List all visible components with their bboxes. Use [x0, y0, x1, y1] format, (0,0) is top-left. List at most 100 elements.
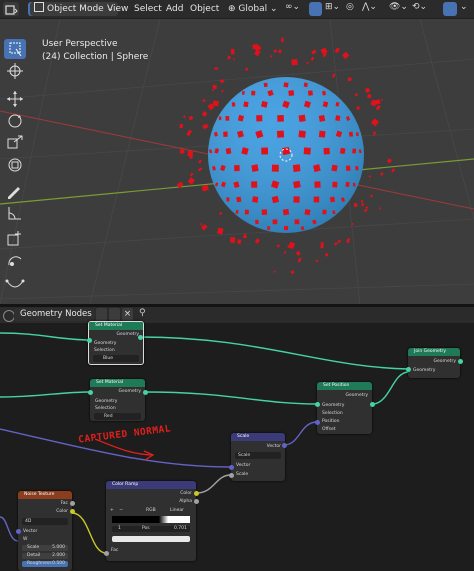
- node-set-position[interactable]: Set Position Geometry Geometry Selection…: [317, 382, 372, 434]
- remove-stop-icon[interactable]: −: [119, 508, 123, 513]
- node-input-label: Selection: [322, 411, 343, 416]
- floating-patch: [269, 55, 273, 58]
- color-mode-label[interactable]: RGB: [146, 508, 156, 513]
- floating-patch: [367, 93, 372, 99]
- socket-output[interactable]: [458, 359, 463, 364]
- curve-icon[interactable]: [4, 273, 26, 293]
- surface-patch: [323, 147, 330, 155]
- socket-input[interactable]: [406, 367, 411, 372]
- socket-input[interactable]: [229, 473, 234, 478]
- overlay-icon[interactable]: [443, 2, 457, 16]
- surface-patch: [288, 90, 295, 96]
- floating-patch: [283, 250, 287, 254]
- detail-field[interactable]: Detail 2.000: [22, 553, 68, 559]
- color-ramp-gradient[interactable]: [112, 516, 190, 523]
- socket-output[interactable]: [370, 402, 375, 407]
- gizmo-icon[interactable]: ⟲⌄: [412, 2, 427, 12]
- add-stop-icon[interactable]: +: [110, 508, 114, 513]
- menu-select[interactable]: Select: [134, 2, 162, 16]
- node-set-material-top[interactable]: Set Material Geometry Geometry Selection…: [88, 321, 144, 365]
- mode-dropdown[interactable]: Scale: [235, 452, 281, 459]
- socket-output[interactable]: [70, 509, 75, 514]
- visibility-icon[interactable]: 👁⌄: [389, 2, 408, 12]
- snap-target-icon[interactable]: ⊞⌄: [325, 2, 340, 12]
- material-field[interactable]: Red: [94, 413, 141, 420]
- proportional-edit-icon[interactable]: ◎: [346, 2, 354, 12]
- surface-patch: [252, 196, 259, 203]
- surface-patch: [318, 114, 326, 122]
- node-color-ramp[interactable]: Color Ramp Color Alpha + − RGB Linear 1 …: [106, 481, 196, 561]
- floating-patch: [277, 49, 282, 54]
- node-noise-texture[interactable]: Noise Texture Fac Color 4D Vector W Scal…: [18, 491, 72, 571]
- floating-patch: [364, 87, 371, 94]
- socket-output[interactable]: [70, 501, 75, 506]
- floating-patch: [311, 49, 317, 55]
- node-output-label: Color: [56, 509, 68, 514]
- transform-orientation-dropdown[interactable]: ⊕ Global ⌄: [228, 2, 278, 16]
- floating-patch: [320, 242, 324, 249]
- rotate-icon[interactable]: [4, 111, 26, 131]
- field-value: 5.000: [52, 545, 65, 550]
- socket-input[interactable]: [315, 402, 320, 407]
- spin-icon[interactable]: [4, 251, 26, 271]
- socket-input[interactable]: [16, 529, 21, 534]
- 3d-viewport[interactable]: User Perspective (24) Collection | Spher…: [0, 19, 474, 304]
- node-join-geometry[interactable]: Join Geometry Geometry Geometry: [408, 348, 460, 378]
- socket-input[interactable]: [315, 420, 320, 425]
- node-output-label: Color: [180, 491, 192, 496]
- floating-patch: [187, 177, 195, 185]
- floating-patch: [186, 129, 193, 137]
- surface-patch: [282, 208, 290, 216]
- socket-input[interactable]: [87, 338, 92, 343]
- floating-patch: [244, 67, 249, 72]
- menu-object[interactable]: Object: [190, 2, 219, 16]
- material-field[interactable]: Blue: [93, 355, 139, 362]
- move-icon[interactable]: [4, 89, 26, 109]
- floating-patch: [231, 48, 235, 55]
- surface-patch: [352, 148, 357, 154]
- scale-field[interactable]: Scale 5.000: [22, 545, 68, 551]
- floating-patch: [368, 175, 372, 178]
- node-title: Join Geometry: [408, 348, 460, 356]
- editor-type-icon[interactable]: [3, 2, 19, 16]
- socket-output[interactable]: [138, 335, 143, 340]
- floating-patch: [187, 150, 194, 157]
- socket-output[interactable]: [194, 499, 199, 504]
- pivot-icon[interactable]: ∞⌄: [285, 2, 300, 12]
- transform-icon[interactable]: [4, 155, 26, 175]
- node-scale[interactable]: Scale Vector Scale Vector Scale: [231, 433, 285, 481]
- roughness-field[interactable]: Roughness 0.500: [22, 561, 68, 567]
- socket-input[interactable]: [104, 551, 109, 556]
- interpolation-label[interactable]: Linear: [170, 508, 184, 513]
- node-set-material[interactable]: Set Material Geometry Geometry Selection…: [90, 379, 145, 421]
- annotate-icon[interactable]: [4, 181, 26, 201]
- stop-color-swatch[interactable]: [112, 536, 190, 542]
- ramp-stop-fields[interactable]: 1 Pos 0.701: [112, 526, 190, 532]
- floating-patch: [189, 172, 194, 177]
- cursor-icon[interactable]: [4, 61, 26, 81]
- select-box-icon[interactable]: [4, 39, 26, 59]
- socket-input[interactable]: [88, 390, 93, 395]
- socket-output[interactable]: [143, 390, 148, 395]
- falloff-icon[interactable]: ⋀⌄: [362, 2, 377, 12]
- overlay-dropdown-icon[interactable]: ⌄: [460, 2, 468, 12]
- socket-output[interactable]: [194, 491, 199, 496]
- socket-input[interactable]: [229, 465, 234, 470]
- snap-toggle-icon[interactable]: [309, 2, 322, 16]
- viewport-title: User Perspective: [42, 39, 118, 49]
- surface-patch: [218, 116, 222, 121]
- mode-dropdown[interactable]: Object Mode ⌄: [30, 2, 119, 16]
- surface-patch: [292, 180, 301, 189]
- menu-add[interactable]: Add: [166, 2, 183, 16]
- measure-icon[interactable]: [4, 203, 26, 223]
- add-cube-icon[interactable]: [4, 229, 26, 249]
- surface-patch: [294, 219, 300, 225]
- socket-output[interactable]: [282, 443, 287, 448]
- floating-patch: [290, 270, 295, 275]
- node-editor[interactable]: Geometry Nodes × ⚲ CAPTURED NORMAL Set M…: [0, 307, 474, 571]
- floating-patch: [315, 259, 319, 263]
- scale-icon[interactable]: [4, 133, 26, 153]
- floating-patch: [219, 211, 223, 215]
- dimensions-dropdown[interactable]: 4D: [22, 518, 68, 525]
- menu-view[interactable]: View: [107, 2, 128, 16]
